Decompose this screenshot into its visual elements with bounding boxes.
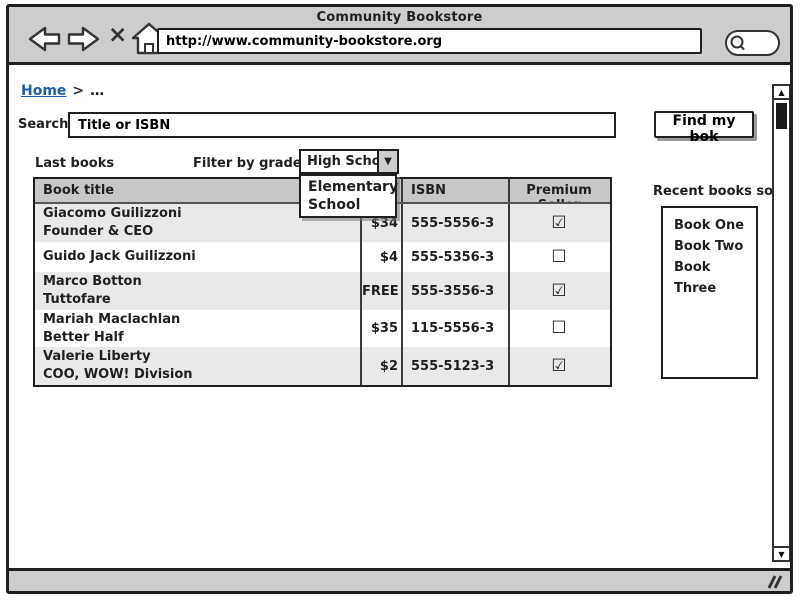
header-isbn: ISBN: [401, 179, 508, 202]
book-seller-subtitle: Better Half: [43, 329, 360, 347]
book-seller-name: Guido Jack Guilizzoni: [43, 248, 360, 266]
breadcrumb-separator: >: [72, 83, 84, 99]
grade-dropdown-list: Elementary School: [299, 174, 397, 218]
stop-icon[interactable]: ×: [108, 24, 127, 47]
breadcrumb-ellipsis[interactable]: …: [90, 83, 104, 99]
recent-books-list: Book One Book Two Book Three: [661, 206, 758, 379]
filter-by-grade-label: Filter by grade:: [193, 156, 307, 171]
breadcrumb-home-link[interactable]: Home: [21, 83, 66, 99]
status-bar: [9, 568, 790, 591]
premium-checkbox[interactable]: ☑: [510, 283, 608, 300]
premium-checkbox[interactable]: ☐: [510, 320, 608, 337]
recent-books-sold-label: Recent books sold: [653, 184, 787, 199]
book-seller-subtitle: COO, WOW! Division: [43, 366, 360, 384]
book-price: FREE: [360, 272, 401, 310]
breadcrumb: Home > …: [21, 83, 104, 99]
book-seller-name: Mariah Maclachlan: [43, 311, 360, 329]
premium-checkbox[interactable]: ☑: [510, 358, 608, 375]
magnifier-icon: [728, 32, 750, 54]
scroll-up-icon[interactable]: ▲: [774, 86, 789, 100]
grade-dropdown[interactable]: High School ▼: [299, 149, 399, 174]
grade-option[interactable]: School: [301, 196, 395, 214]
browser-chrome: Community Bookstore ×: [9, 7, 790, 65]
list-item[interactable]: Book Three: [674, 257, 756, 299]
premium-checkbox[interactable]: ☐: [510, 249, 608, 266]
vertical-scrollbar[interactable]: ▲ ▼: [772, 84, 791, 562]
search-input[interactable]: [68, 112, 616, 138]
book-price: $2: [360, 347, 401, 385]
list-item[interactable]: Book One: [674, 215, 756, 236]
resize-handle-icon[interactable]: [762, 574, 784, 590]
scrollbar-thumb[interactable]: [776, 103, 787, 129]
scroll-down-icon[interactable]: ▼: [774, 546, 789, 560]
book-price: $4: [360, 242, 401, 272]
book-isbn: 555-3556-3: [401, 272, 508, 310]
find-button[interactable]: Find my bok: [654, 111, 754, 138]
header-premium-seller: Premium Seller: [508, 179, 608, 202]
search-label: Search: [18, 117, 68, 132]
browser-search-button[interactable]: [725, 30, 780, 56]
url-input[interactable]: [157, 28, 702, 54]
table-row: Marco Botton Tuttofare FREE 555-3556-3 ☑: [35, 272, 610, 310]
browser-window: Community Bookstore × Home > … Search Find…: [6, 4, 793, 594]
last-books-label: Last books: [35, 156, 114, 171]
book-seller-name: Valerie Liberty: [43, 348, 360, 366]
book-isbn: 555-5356-3: [401, 242, 508, 272]
table-row: Guido Jack Guilizzoni $4 555-5356-3 ☐: [35, 242, 610, 272]
book-seller-subtitle: Tuttofare: [43, 291, 360, 309]
book-isbn: 115-5556-3: [401, 310, 508, 347]
table-row: Mariah Maclachlan Better Half $35 115-55…: [35, 310, 610, 347]
table-row: Valerie Liberty COO, WOW! Division $2 55…: [35, 347, 610, 385]
list-item[interactable]: Book Two: [674, 236, 756, 257]
book-seller-subtitle: Founder & CEO: [43, 223, 360, 241]
premium-checkbox[interactable]: ☑: [510, 215, 608, 232]
chevron-down-icon[interactable]: ▼: [377, 151, 397, 172]
book-price: $35: [360, 310, 401, 347]
book-isbn: 555-5123-3: [401, 347, 508, 385]
grade-option[interactable]: Elementary: [301, 178, 395, 196]
book-isbn: 555-5556-3: [401, 204, 508, 242]
book-seller-name: Marco Botton: [43, 273, 360, 291]
forward-arrow-icon[interactable]: [66, 23, 104, 55]
back-arrow-icon[interactable]: [24, 23, 62, 55]
